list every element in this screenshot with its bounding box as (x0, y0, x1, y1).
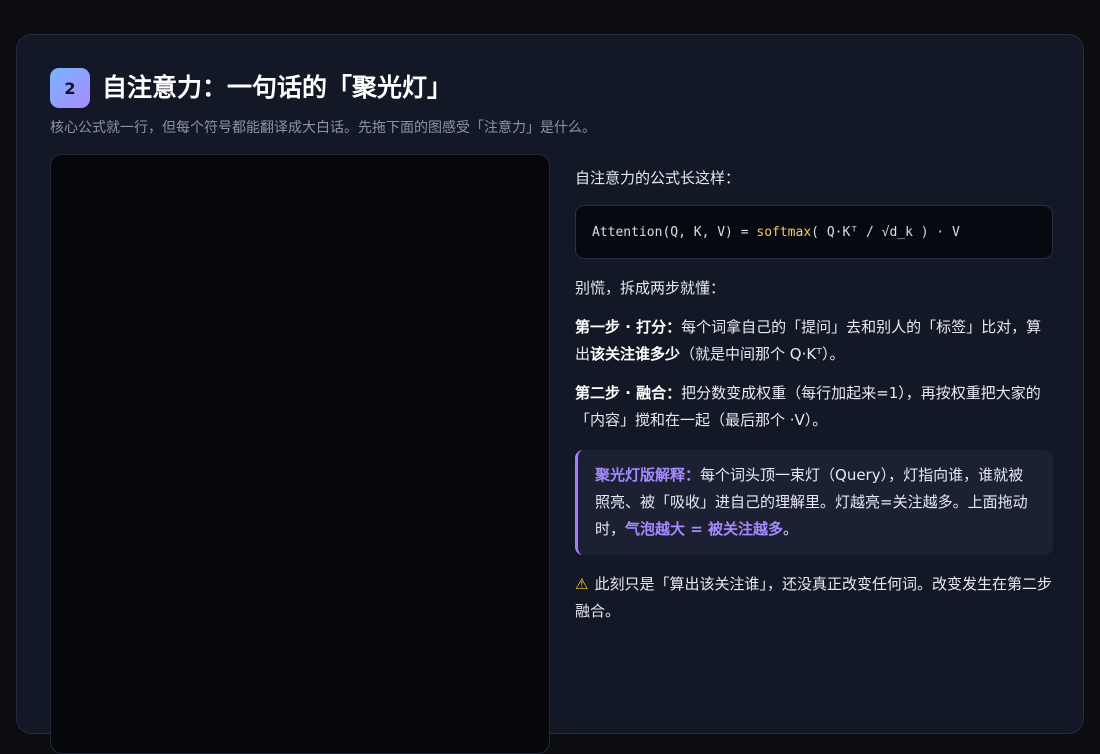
step-one: 第一步 · 打分：每个词拿自己的「提问」去和别人的「标签」比对，算出该关注谁多少… (575, 314, 1053, 368)
formula-softmax: softmax (756, 224, 812, 240)
spotlight-label: 聚光灯版解释： (595, 466, 701, 484)
step-one-emphasis: 该关注谁多少 (590, 345, 681, 363)
section-title: 自注意力：一句话的「聚光灯」 (102, 73, 453, 102)
spotlight-explanation: 聚光灯版解释：每个词头顶一束灯（Query），灯指向谁，谁就被照亮、被「吸收」进… (575, 450, 1053, 555)
step-one-label: 第一步 · 打分： (575, 318, 682, 336)
spotlight-end: 。 (783, 520, 799, 538)
section-subtitle: 核心公式就一行，但每个符号都能翻译成大白话。先拖下面的图感受「注意力」是什么。 (50, 120, 596, 136)
section-number-badge: 2 (50, 68, 90, 108)
steps-lead: 别慌，拆成两步就懂： (575, 279, 726, 297)
formula-code-block: Attention(Q, K, V) = softmax( Q·Kᵀ / √d_… (575, 205, 1053, 259)
step-one-text-end: （就是中间那个 Q·Kᵀ）。 (680, 345, 845, 363)
step-two-label: 第二步 · 融合： (575, 384, 682, 402)
explanation-panel: 自注意力的公式长这样： Attention(Q, K, V) = softmax… (575, 165, 1053, 625)
formula-intro: 自注意力的公式长这样： (575, 169, 741, 187)
warning-text: 此刻只是「算出该关注谁」，还没真正改变任何词。改变发生在第二步融合。 (575, 575, 1052, 620)
warning-note: ⚠ 此刻只是「算出该关注谁」，还没真正改变任何词。改变发生在第二步融合。 (575, 571, 1053, 625)
spotlight-highlight: 气泡越大 = 被关注越多 (625, 520, 784, 538)
formula-suffix: ( Q·Kᵀ / √d_k ) · V (811, 224, 960, 240)
step-two: 第二步 · 融合：把分数变成权重（每行加起来=1），再按权重把大家的「内容」搅和… (575, 380, 1053, 434)
attention-visualization-canvas[interactable] (50, 154, 550, 754)
warning-icon: ⚠ (575, 575, 589, 593)
formula-prefix: Attention(Q, K, V) = (592, 224, 757, 240)
section-card: 2 自注意力：一句话的「聚光灯」 核心公式就一行，但每个符号都能翻译成大白话。先… (16, 34, 1084, 754)
